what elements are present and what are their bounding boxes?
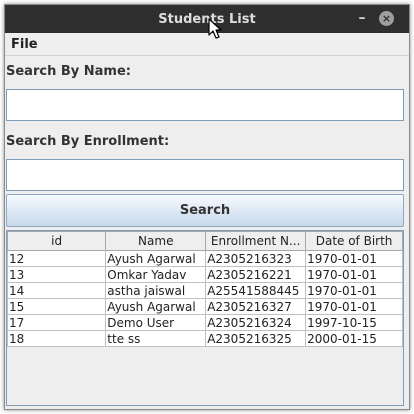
students-table-scroll-pane[interactable]: id Name Enrollment N... Date of Birth 12… [6, 230, 404, 406]
table-row[interactable]: 14 astha jaiswal A25541588445 1970-01-01 [6, 282, 403, 299]
search-by-enrollment-input[interactable] [6, 159, 404, 191]
cell-date-of-birth[interactable]: 1970-01-01 [305, 298, 403, 315]
cell-enrollment[interactable]: A2305216324 [205, 314, 307, 331]
menu-file[interactable]: File [11, 37, 38, 52]
cell-id[interactable]: 17 [6, 314, 107, 331]
table-row[interactable]: 13 Omkar Yadav A2305216221 1970-01-01 [6, 266, 403, 283]
table-row[interactable]: 17 Demo User A2305216324 1997-10-15 [6, 314, 403, 331]
cell-id[interactable]: 14 [6, 282, 107, 299]
cell-enrollment[interactable]: A25541588445 [205, 282, 307, 299]
cell-enrollment[interactable]: A2305216323 [205, 250, 307, 267]
menu-bar: File [5, 33, 409, 56]
search-by-name-input[interactable] [6, 89, 404, 121]
cell-id[interactable]: 18 [6, 330, 107, 347]
cell-name[interactable]: Demo User [105, 314, 207, 331]
cell-id[interactable]: 13 [6, 266, 107, 283]
cell-date-of-birth[interactable]: 1970-01-01 [305, 266, 403, 283]
column-header-id[interactable]: id [6, 231, 107, 251]
cell-name[interactable]: astha jaiswal [105, 282, 207, 299]
column-header-date-of-birth[interactable]: Date of Birth [305, 231, 403, 251]
cell-date-of-birth[interactable]: 1970-01-01 [305, 282, 403, 299]
column-header-name[interactable]: Name [105, 231, 207, 251]
table-row[interactable]: 15 Ayush Agarwal A2305216327 1970-01-01 [6, 298, 403, 315]
column-header-enrollment[interactable]: Enrollment N... [205, 231, 307, 251]
cell-enrollment[interactable]: A2305216325 [205, 330, 307, 347]
window-title: Students List [158, 12, 256, 27]
cell-name[interactable]: Ayush Agarwal [105, 298, 207, 315]
cell-name[interactable]: Ayush Agarwal [105, 250, 207, 267]
search-button[interactable]: Search [6, 194, 404, 227]
cell-date-of-birth[interactable]: 2000-01-15 [305, 330, 403, 347]
cell-name[interactable]: tte ss [105, 330, 207, 347]
table-row[interactable]: 12 Ayush Agarwal A2305216323 1970-01-01 [6, 250, 403, 267]
cell-name[interactable]: Omkar Yadav [105, 266, 207, 283]
cell-enrollment[interactable]: A2305216327 [205, 298, 307, 315]
cell-date-of-birth[interactable]: 1997-10-15 [305, 314, 403, 331]
close-icon[interactable]: × [379, 11, 394, 26]
title-bar[interactable]: Students List – × [5, 5, 409, 33]
table-header-row: id Name Enrollment N... Date of Birth [6, 231, 403, 251]
cell-enrollment[interactable]: A2305216221 [205, 266, 307, 283]
students-list-window: Students List – × File Search By Name: S… [4, 4, 410, 410]
search-by-name-label: Search By Name: [6, 64, 131, 79]
cell-id[interactable]: 12 [6, 250, 107, 267]
cell-date-of-birth[interactable]: 1970-01-01 [305, 250, 403, 267]
students-table: id Name Enrollment N... Date of Birth 12… [6, 231, 403, 347]
table-row[interactable]: 18 tte ss A2305216325 2000-01-15 [6, 330, 403, 347]
mouse-pointer-icon [208, 18, 222, 39]
minimize-icon[interactable]: – [353, 9, 371, 27]
search-by-enrollment-label: Search By Enrollment: [6, 134, 170, 149]
cell-id[interactable]: 15 [6, 298, 107, 315]
